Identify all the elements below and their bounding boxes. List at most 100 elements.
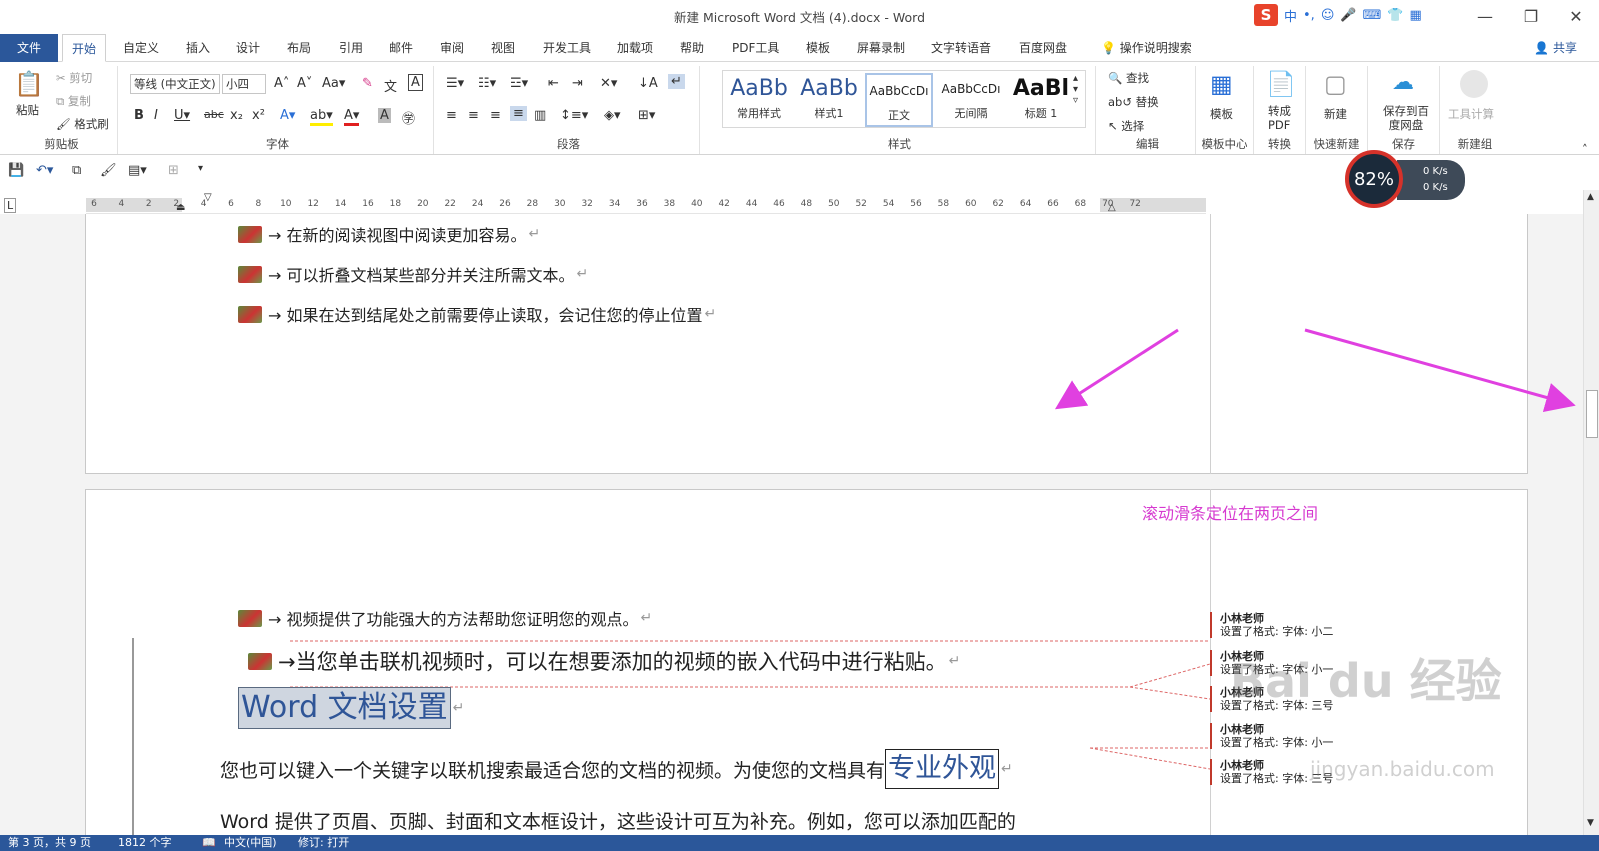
sort-icon[interactable]: ↓A — [638, 76, 658, 91]
minimize-icon[interactable]: — — [1462, 2, 1508, 30]
cut-button[interactable]: ✂ 剪切 — [56, 70, 92, 86]
body-paragraph[interactable]: 您也可以键入一个关键字以联机搜索最适合您的文档的视频。为使您的文档具有 专业外观 ↵ — [220, 749, 1013, 789]
char-border-icon[interactable]: A — [408, 74, 423, 91]
replace-button[interactable]: ab↺ 替换 — [1108, 94, 1159, 110]
tell-me-search[interactable]: 💡 操作说明搜索 — [1092, 34, 1201, 62]
tab-developer[interactable]: 开发工具 — [534, 34, 600, 62]
save-baidu-button[interactable]: 保存到百度网盘 — [1378, 104, 1434, 132]
ime-punct-icon[interactable]: •, — [1303, 8, 1315, 23]
first-indent-marker-icon[interactable]: ▽ — [204, 192, 212, 203]
toolbox-icon[interactable]: ▦ — [1410, 8, 1422, 23]
tab-references[interactable]: 引用 — [330, 34, 372, 62]
proofing-icon[interactable]: 📖 — [202, 835, 216, 851]
baidu-pan-icon[interactable]: ☁ — [1392, 70, 1414, 95]
page-count[interactable]: 第 3 页，共 9 页 — [8, 835, 91, 851]
left-indent-marker-icon[interactable]: ⏏ — [176, 202, 185, 213]
calc-tool-icon[interactable] — [1460, 70, 1488, 98]
multilevel-list-icon[interactable]: ☲▾ — [510, 76, 528, 91]
scroll-up-icon[interactable]: ▲ — [1587, 192, 1594, 202]
tab-mailings[interactable]: 邮件 — [380, 34, 422, 62]
tab-screen-record[interactable]: 屏幕录制 — [848, 34, 914, 62]
word-count[interactable]: 1812 个字 — [118, 835, 172, 851]
select-button[interactable]: ↖ 选择 — [1108, 118, 1144, 134]
copy-format-icon[interactable]: ⧉ — [72, 163, 81, 178]
style-1[interactable]: AaBb 样式1 — [795, 73, 863, 127]
char-shading-icon[interactable]: A — [378, 108, 391, 123]
numbering-icon[interactable]: ☷▾ — [478, 76, 496, 91]
tab-baidu-pan[interactable]: 百度网盘 — [1010, 34, 1076, 62]
restore-icon[interactable]: ❐ — [1508, 2, 1554, 30]
scroll-down-icon[interactable]: ▼ — [1587, 818, 1594, 828]
tab-selector-icon[interactable]: L — [4, 198, 17, 213]
phonetic-guide-icon[interactable]: 文 — [384, 76, 397, 95]
underline-icon[interactable]: U▾ — [174, 108, 190, 123]
bullets-icon[interactable]: ☰▾ — [446, 76, 464, 91]
new-doc-icon[interactable]: ▢ — [1324, 70, 1347, 98]
new-button[interactable]: 新建 — [1324, 106, 1347, 122]
language[interactable]: 中文(中国) — [224, 835, 277, 851]
subscript-icon[interactable]: x₂ — [230, 108, 243, 123]
style-no-spacing[interactable]: AaBbCcDı 无间隔 — [937, 73, 1005, 127]
gallery-more-icon[interactable]: ▴ ▾ ▿ — [1073, 73, 1078, 106]
highlight-icon[interactable]: ab▾ — [310, 108, 333, 126]
tab-pdf-tools[interactable]: PDF工具 — [723, 34, 788, 62]
copy-button[interactable]: ⧉ 复制 — [56, 93, 91, 109]
comment-balloon[interactable]: 小林老师 设置了格式: 字体: 小一 — [1210, 723, 1333, 749]
decrease-indent-icon[interactable]: ⇤ — [548, 76, 559, 91]
line-spacing-icon[interactable]: ↕≡▾ — [560, 108, 588, 123]
style-common[interactable]: AaBb 常用样式 — [725, 73, 793, 127]
tab-insert[interactable]: 插入 — [177, 34, 219, 62]
clear-format-icon[interactable]: ✎ — [362, 76, 373, 91]
superscript-icon[interactable]: x² — [252, 108, 265, 123]
font-size-combo[interactable]: 小四 — [222, 74, 266, 94]
paint-icon[interactable]: 🖌 — [100, 163, 117, 178]
tab-custom[interactable]: 自定义 — [114, 34, 168, 62]
undo-icon[interactable]: ↶▾ — [36, 163, 53, 178]
ime-toolbar[interactable]: S 中 •, ☺ 🎤 ⌨ 👕 ▦ — [1254, 3, 1464, 27]
paste-button[interactable]: 粘贴 — [16, 102, 39, 118]
ime-mode-label[interactable]: 中 — [1284, 6, 1297, 25]
calc-tool-button[interactable]: 工具计算 — [1448, 106, 1494, 122]
align-left-icon[interactable]: ≡ — [446, 108, 457, 123]
keyboard-icon[interactable]: ⌨ — [1363, 8, 1382, 23]
close-icon[interactable]: ✕ — [1553, 2, 1599, 30]
increase-indent-icon[interactable]: ⇥ — [572, 76, 583, 91]
network-speed-widget[interactable]: 0 K/s 0 K/s 82% — [1345, 150, 1465, 208]
template-icon[interactable]: ▦ — [1210, 70, 1233, 98]
style-heading-1[interactable]: AaBl 标题 1 — [1007, 73, 1075, 127]
change-case-icon[interactable]: Aa▾ — [322, 76, 345, 91]
tab-review[interactable]: 审阅 — [431, 34, 473, 62]
bold-icon[interactable]: B — [134, 108, 144, 123]
pdf-icon[interactable]: 📄 — [1266, 70, 1296, 98]
track-changes-status[interactable]: 修订: 打开 — [298, 835, 349, 851]
tab-layout[interactable]: 布局 — [278, 34, 320, 62]
font-color-icon[interactable]: A▾ — [344, 108, 360, 126]
font-name-combo[interactable]: 等线 (中文正文) — [130, 74, 220, 94]
distributed-icon[interactable]: ▥ — [534, 108, 546, 123]
style-normal[interactable]: AaBbCcDı 正文 — [865, 73, 933, 127]
text-effects-icon[interactable]: A▾ — [280, 108, 295, 123]
format-painter-button[interactable]: 🖌 格式刷 — [56, 116, 109, 132]
right-indent-marker-icon[interactable]: △ — [1108, 202, 1116, 213]
layout-icon[interactable]: ▤▾ — [128, 163, 147, 178]
tab-help[interactable]: 帮助 — [671, 34, 713, 62]
comment-balloon[interactable]: 小林老师 设置了格式: 字体: 小二 — [1210, 612, 1333, 638]
tab-view[interactable]: 视图 — [482, 34, 524, 62]
shrink-font-icon[interactable]: A˅ — [297, 76, 312, 91]
template-button[interactable]: 模板 — [1210, 106, 1233, 122]
tab-text-to-speech[interactable]: 文字转语音 — [922, 34, 1000, 62]
customize-qat-icon[interactable]: ▾ — [198, 163, 203, 174]
paste-icon[interactable]: 📋 — [14, 70, 44, 98]
tab-addins[interactable]: 加载项 — [608, 34, 662, 62]
scrollbar-thumb[interactable] — [1586, 390, 1598, 438]
enclose-char-icon[interactable]: ㊫ — [402, 108, 415, 127]
show-marks-icon[interactable]: ↵ — [668, 74, 685, 89]
heading-line[interactable]: Word 文档设置 ↵ — [238, 687, 464, 729]
tab-file[interactable]: 文件 — [0, 34, 58, 62]
collapse-ribbon-icon[interactable]: ˄ — [1582, 142, 1588, 156]
grow-font-icon[interactable]: A˄ — [274, 76, 289, 91]
vertical-scrollbar[interactable]: ▲ ▼ — [1583, 190, 1599, 835]
save-icon[interactable]: 💾 — [8, 163, 24, 178]
align-center-icon[interactable]: ≡ — [468, 108, 479, 123]
list-item[interactable]: →当您单击联机视频时，可以在想要添加的视频的嵌入代码中进行粘贴。 ↵ — [248, 646, 960, 676]
